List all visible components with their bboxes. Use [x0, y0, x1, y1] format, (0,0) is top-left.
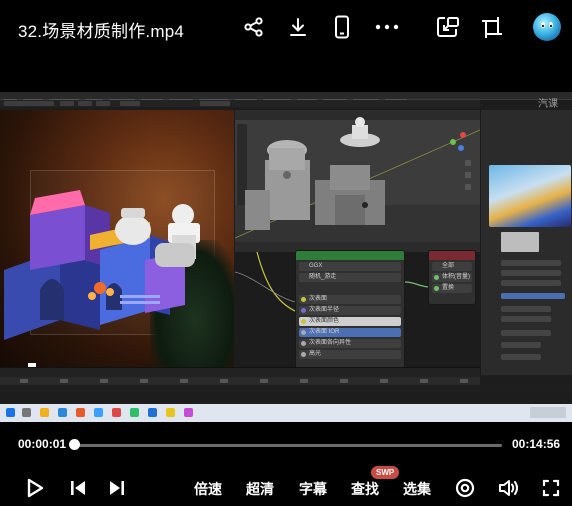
- node-row[interactable]: 置换: [432, 284, 472, 293]
- next-icon: [110, 481, 124, 495]
- node-row[interactable]: 次表面颜色: [299, 317, 401, 326]
- browser-icon: [58, 408, 67, 417]
- node-header: [296, 251, 404, 260]
- video-frame[interactable]: 汽课 GGX 随机_游走 次表面 次表面半径 次表面颜色 次表面 IOR 次表面…: [0, 92, 572, 422]
- prop-row[interactable]: [501, 293, 565, 299]
- windows-taskbar: [0, 404, 572, 422]
- node-row[interactable]: 次表面半径: [299, 306, 401, 315]
- windows-start-icon: [6, 408, 15, 417]
- pip-icon[interactable]: [435, 13, 461, 41]
- search-icon: [22, 408, 31, 417]
- socket-icon: [301, 352, 306, 357]
- node-row[interactable]: 次表面各向异性: [299, 339, 401, 348]
- properties-panel[interactable]: [480, 110, 572, 375]
- viewport-model: [235, 117, 480, 239]
- search-badge: SWP: [371, 466, 400, 479]
- node-header: [429, 251, 475, 260]
- node-row[interactable]: 次表面 IOR: [299, 328, 401, 337]
- progress-bar[interactable]: [74, 444, 502, 447]
- shader-node-editor[interactable]: GGX 随机_游走 次表面 次表面半径 次表面颜色 次表面 IOR 次表面各向异…: [235, 242, 480, 375]
- quality-button[interactable]: 超清: [246, 479, 274, 499]
- socket-icon: [434, 275, 439, 280]
- scene-render-image: [4, 190, 200, 367]
- phone-icon[interactable]: [329, 13, 355, 41]
- node-row: [299, 284, 401, 293]
- video-title: 32.场景材质制作.mp4: [18, 22, 185, 41]
- prop-row[interactable]: [501, 270, 561, 276]
- socket-icon: [301, 319, 306, 324]
- rotate-icon[interactable]: [479, 13, 505, 41]
- app-icon: [184, 408, 193, 417]
- volume-button[interactable]: [497, 477, 521, 499]
- timeline[interactable]: [0, 367, 480, 386]
- more-icon[interactable]: [374, 13, 400, 41]
- fullscreen-button[interactable]: [540, 477, 562, 499]
- fullscreen-icon: [542, 479, 560, 497]
- video-watermark: 汽课: [538, 99, 558, 110]
- prop-row[interactable]: [501, 306, 551, 312]
- socket-icon: [301, 330, 306, 335]
- prop-row[interactable]: [501, 330, 551, 336]
- app-icon: [148, 408, 157, 417]
- previous-icon: [71, 481, 85, 495]
- socket-icon: [301, 308, 306, 313]
- current-time: 00:00:01: [18, 437, 67, 451]
- target-icon: [455, 478, 475, 498]
- play-button[interactable]: [24, 477, 46, 499]
- folder-icon: [40, 408, 49, 417]
- node-row[interactable]: 体积(音量): [432, 273, 472, 282]
- principled-bsdf-node[interactable]: GGX 随机_游走 次表面 次表面半径 次表面颜色 次表面 IOR 次表面各向异…: [295, 250, 405, 375]
- node-row[interactable]: 次表面: [299, 295, 401, 304]
- material-preview-small: [501, 232, 539, 252]
- next-button[interactable]: [106, 477, 128, 499]
- socket-icon: [301, 297, 306, 302]
- volume-icon: [499, 480, 518, 496]
- node-row[interactable]: GGX: [299, 262, 401, 271]
- app-icon: [112, 408, 121, 417]
- node-row[interactable]: 高光: [299, 350, 401, 359]
- speed-button[interactable]: 倍速: [194, 479, 222, 499]
- socket-icon: [434, 286, 439, 291]
- total-time: 00:14:56: [512, 437, 561, 451]
- top-bar: 32.场景材质制作.mp4: [0, 0, 572, 56]
- target-button[interactable]: [454, 477, 476, 499]
- status-bar: [0, 385, 572, 393]
- blender-icon: [76, 408, 85, 417]
- search-button[interactable]: 查找: [351, 479, 379, 499]
- blender-toolbar: [0, 100, 480, 107]
- prop-row[interactable]: [501, 342, 541, 348]
- prop-row[interactable]: [501, 260, 561, 266]
- prop-row[interactable]: [501, 316, 551, 322]
- episodes-button[interactable]: 选集: [403, 479, 431, 499]
- app-icon: [166, 408, 175, 417]
- previous-button[interactable]: [67, 477, 89, 499]
- node-row[interactable]: 随机_游走: [299, 273, 401, 282]
- app-icon: [130, 408, 139, 417]
- material-output-node[interactable]: 全部 体积(音量) 置换: [428, 250, 476, 305]
- share-icon[interactable]: [241, 13, 267, 41]
- prop-row[interactable]: [501, 280, 561, 286]
- socket-icon: [301, 341, 306, 346]
- node-row[interactable]: 全部: [432, 262, 472, 271]
- material-preview-thumbnail: [489, 165, 571, 227]
- subtitle-button[interactable]: 字幕: [299, 479, 327, 499]
- blender-menubar: [0, 92, 572, 103]
- download-icon[interactable]: [285, 13, 311, 41]
- 3d-viewport[interactable]: [235, 110, 480, 242]
- play-icon: [27, 478, 44, 498]
- taskbar-clock: [530, 407, 566, 418]
- assistant-avatar-icon[interactable]: [532, 12, 562, 42]
- prop-row[interactable]: [501, 354, 541, 360]
- progress-handle[interactable]: [68, 439, 80, 450]
- render-preview: [0, 110, 234, 367]
- app-icon: [94, 408, 103, 417]
